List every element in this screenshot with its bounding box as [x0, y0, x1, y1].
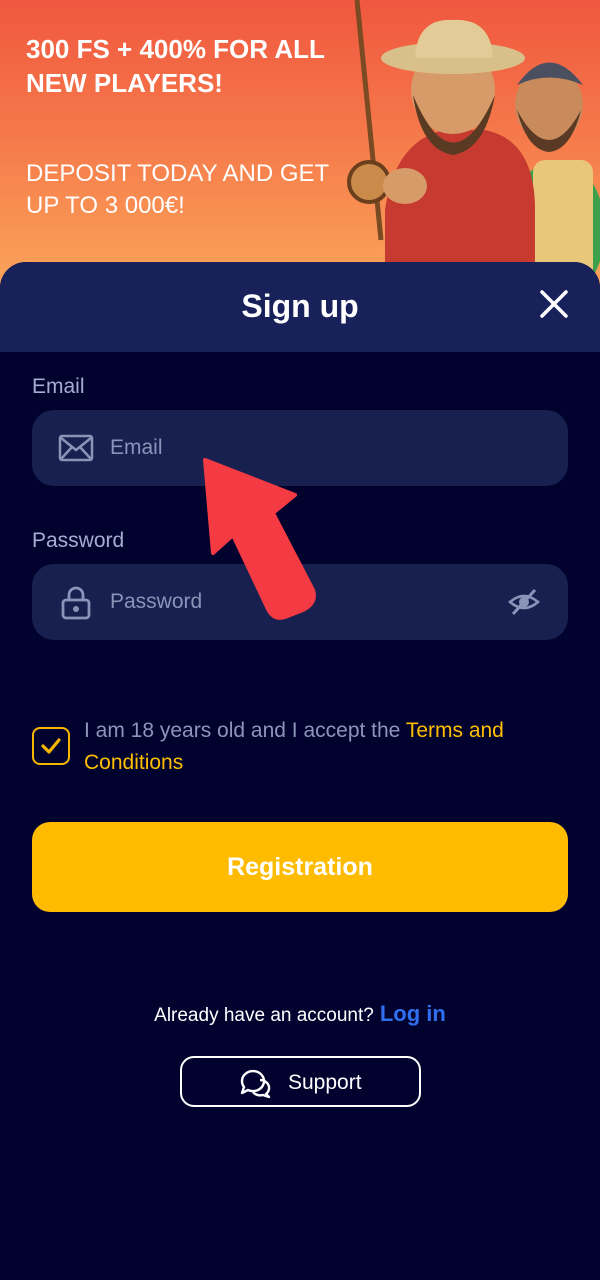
support-label: Support [288, 1071, 362, 1094]
account-text: Already have an account? [154, 1005, 374, 1026]
support-button[interactable]: Support [180, 1056, 421, 1107]
login-prompt: Already have an account? Log in [0, 1001, 600, 1027]
pointer-arrow-icon [203, 458, 316, 620]
terms-statement: I am 18 years old and I accept the [84, 719, 406, 742]
promo-banner: 300 FS + 400% FOR ALL NEW PLAYERS! DEPOS… [0, 0, 600, 290]
close-icon[interactable] [536, 286, 572, 322]
registration-button[interactable]: Registration [32, 822, 568, 912]
checkmark-icon [41, 738, 61, 754]
promo-title: 300 FS + 400% FOR ALL NEW PLAYERS! [26, 34, 325, 98]
eye-slash-icon[interactable] [508, 586, 540, 618]
promo-subtitle: DEPOSIT TODAY AND GET UP TO 3 000€! [26, 160, 329, 219]
modal-title: Sign up [241, 288, 359, 324]
email-label: Email [32, 375, 85, 398]
terms-text: I am 18 years old and I accept the Terms… [84, 715, 564, 779]
fishermen-illustration [347, 0, 600, 290]
login-link[interactable]: Log in [380, 1001, 446, 1026]
password-label: Password [32, 529, 125, 552]
chat-bubbles-icon [240, 1069, 271, 1099]
sheet-header: Sign up [0, 262, 600, 352]
envelope-icon [58, 434, 94, 462]
lock-icon [61, 586, 91, 620]
terms-checkbox[interactable] [32, 727, 70, 765]
